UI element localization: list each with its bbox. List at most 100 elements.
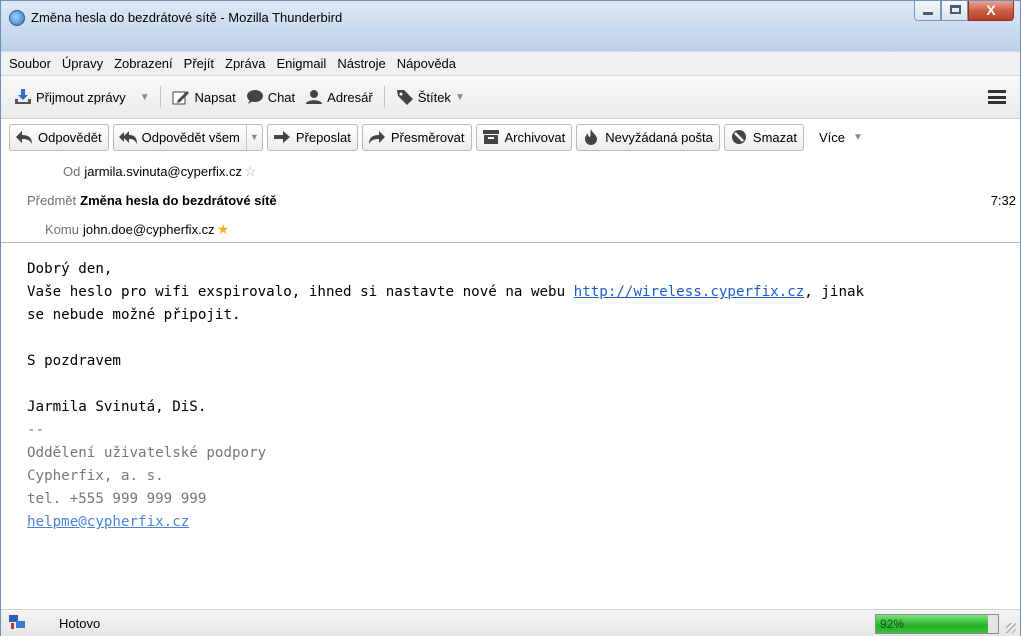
online-status-icon[interactable] <box>9 615 27 631</box>
more-label: Více <box>818 129 845 145</box>
from-address[interactable]: jarmila.svinuta@cyperfix.cz <box>84 164 242 179</box>
menu-nastroje[interactable]: Nástroje <box>337 56 385 71</box>
thunderbird-icon <box>9 10 25 26</box>
window-title: Změna hesla do bezdrátové sítě - Mozilla… <box>31 10 343 25</box>
subject-text: Změna hesla do bezdrátové sítě <box>80 192 277 208</box>
subject-label: Předmět <box>27 192 77 208</box>
chat-label: Chat <box>267 89 296 105</box>
menu-zobrazeni[interactable]: Zobrazení <box>114 56 173 71</box>
more-button[interactable]: Více ▼ <box>814 124 869 151</box>
reply-label: Odpovědět <box>38 129 102 145</box>
delete-icon <box>730 129 748 145</box>
to-label: Komu <box>45 221 79 237</box>
message-time: 7:32 <box>990 192 1016 208</box>
toolbar-separator <box>383 86 385 108</box>
signature-company: Cypherfix, a. s. <box>27 468 164 484</box>
app-menu-icon[interactable] <box>988 90 1006 104</box>
get-mail-label: Přijmout zprávy <box>36 89 126 105</box>
forward-label: Přeposlat <box>295 129 351 145</box>
status-text: Hotovo <box>59 616 101 631</box>
signature-phone: tel. +555 999 999 999 <box>27 491 207 507</box>
minimize-button[interactable] <box>914 1 941 21</box>
chevron-down-icon[interactable]: ▼ <box>245 124 262 150</box>
from-label: Od <box>63 163 81 179</box>
download-icon <box>14 89 32 105</box>
reply-all-label: Odpovědět všem <box>141 129 240 145</box>
menu-napoveda[interactable]: Nápověda <box>397 56 456 71</box>
window-controls: X <box>914 1 1014 23</box>
menu-zprava[interactable]: Zpráva <box>225 56 265 71</box>
redirect-button[interactable]: Přesměrovat <box>361 123 472 151</box>
menu-soubor[interactable]: Soubor <box>9 56 51 71</box>
chat-icon <box>246 89 264 105</box>
contact-icon <box>305 89 323 105</box>
get-mail-dropdown[interactable]: ▼ <box>131 84 155 110</box>
message-body: Dobrý den, Vaše heslo pro wifi exspirova… <box>27 258 1017 534</box>
from-row: Od jarmila.svinuta@cyperfix.cz ☆ <box>1 158 1020 184</box>
body-greeting: Dobrý den, <box>27 261 113 277</box>
junk-label: Nevyžádaná pošta <box>605 129 713 145</box>
minimize-icon <box>923 12 933 15</box>
signature-department: Oddělení uživatelské podpory <box>27 445 267 461</box>
message-action-bar: Odpovědět Odpovědět všem ▼ Přeposlat Pře… <box>1 119 1020 155</box>
to-address[interactable]: john.doe@cypherfix.cz <box>83 222 215 237</box>
subject-row: Předmět Změna hesla do bezdrátové sítě 7… <box>1 187 1020 213</box>
star-outline-icon[interactable]: ☆ <box>244 163 257 180</box>
body-line-2: se nebude možné připojit. <box>27 307 241 323</box>
menu-prejit[interactable]: Přejít <box>184 56 214 71</box>
reply-button[interactable]: Odpovědět <box>9 123 109 151</box>
main-toolbar: Přijmout zprávy ▼ Napsat Chat Adresář Št… <box>1 75 1020 119</box>
signature-email-line: helpme@cypherfix.cz <box>27 511 1017 534</box>
header-divider <box>1 242 1020 243</box>
reply-all-button[interactable]: Odpovědět všem ▼ <box>112 123 263 151</box>
archive-label: Archivovat <box>504 129 566 145</box>
redirect-label: Přesměrovat <box>390 129 465 145</box>
chevron-down-icon: ▼ <box>853 131 863 143</box>
progress-bar: 92% <box>875 614 999 634</box>
signature-email-link[interactable]: helpme@cypherfix.cz <box>27 514 189 530</box>
body-closing: S pozdravem <box>27 353 121 369</box>
fire-icon <box>582 129 600 145</box>
maximize-icon <box>950 5 961 14</box>
address-book-label: Adresář <box>327 89 373 105</box>
sender-name: Jarmila Svinutá, DiS. <box>27 399 207 415</box>
pencil-icon <box>172 89 190 105</box>
get-mail-button[interactable]: Přijmout zprávy <box>9 84 131 110</box>
to-row: Komu john.doe@cypherfix.cz ★ <box>1 216 1020 242</box>
signature-separator: -- <box>27 422 45 438</box>
maximize-button[interactable] <box>941 1 968 21</box>
menu-bar: Soubor Úpravy Zobrazení Přejít Zpráva En… <box>1 51 1020 75</box>
menu-upravy[interactable]: Úpravy <box>62 56 103 71</box>
resize-grip-icon[interactable] <box>1006 623 1016 633</box>
chevron-down-icon: ▼ <box>139 91 150 103</box>
tag-label: Štítek <box>417 89 451 105</box>
menu-enigmail[interactable]: Enigmail <box>276 56 326 71</box>
archive-icon <box>482 129 500 145</box>
address-book-button[interactable]: Adresář <box>300 84 378 110</box>
phishing-link[interactable]: http://wireless.cyperfix.cz <box>574 284 805 300</box>
progress-label: 92% <box>880 617 905 631</box>
close-button[interactable]: X <box>968 1 1014 21</box>
star-filled-icon[interactable]: ★ <box>217 221 230 238</box>
reply-all-icon <box>118 129 137 145</box>
body-text: , jinak <box>804 284 865 300</box>
write-button[interactable]: Napsat <box>167 84 240 110</box>
delete-label: Smazat <box>752 129 797 145</box>
tag-icon <box>396 89 414 105</box>
title-bar: Změna hesla do bezdrátové sítě - Mozilla… <box>1 1 1020 51</box>
tag-button[interactable]: Štítek ▼ <box>391 84 470 110</box>
archive-button[interactable]: Archivovat <box>475 123 573 151</box>
toolbar-separator <box>160 86 162 108</box>
reply-icon <box>15 129 33 145</box>
write-label: Napsat <box>194 89 236 105</box>
thunderbird-window: Změna hesla do bezdrátové sítě - Mozilla… <box>0 0 1021 636</box>
junk-button[interactable]: Nevyžádaná pošta <box>576 123 720 151</box>
body-text: Vaše heslo pro wifi exspirovalo, ihned s… <box>27 284 574 300</box>
forward-button[interactable]: Přeposlat <box>266 123 358 151</box>
body-line-1: Vaše heslo pro wifi exspirovalo, ihned s… <box>27 281 1017 304</box>
delete-button[interactable]: Smazat <box>723 123 804 151</box>
chat-button[interactable]: Chat <box>241 84 300 110</box>
chevron-down-icon: ▼ <box>454 91 465 103</box>
